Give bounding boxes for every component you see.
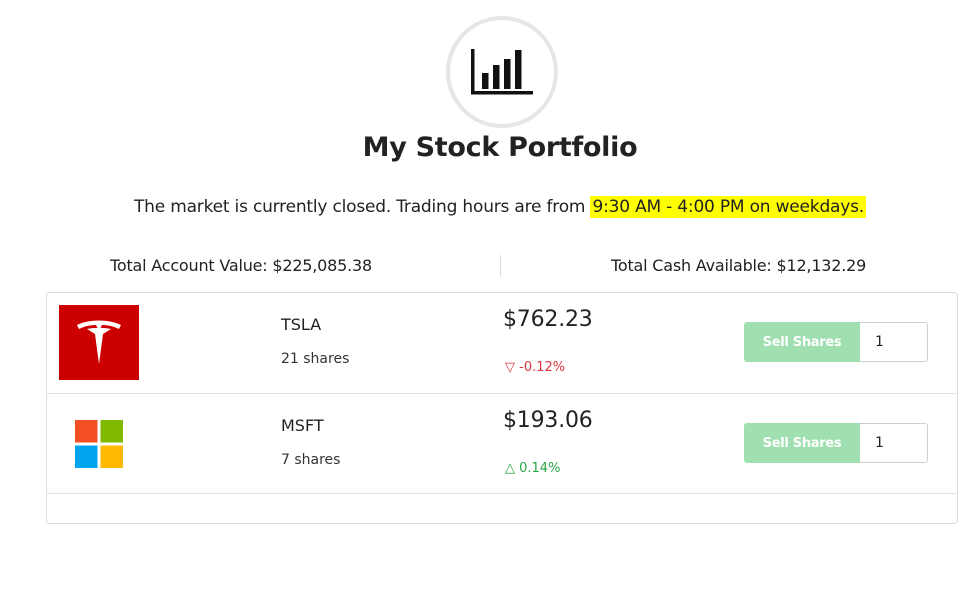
price-change: △ 0.14%: [505, 461, 561, 476]
total-cash-available: Total Cash Available: $12,132.29: [611, 256, 867, 275]
quantity-input[interactable]: [860, 423, 928, 463]
share-count: 7 shares: [281, 452, 341, 468]
market-status: The market is currently closed. Trading …: [0, 196, 969, 218]
stock-price: $193.06: [503, 408, 593, 433]
microsoft-logo-icon: [59, 406, 139, 481]
tesla-logo-icon: [59, 305, 139, 380]
quantity-input[interactable]: [860, 322, 928, 362]
bar-chart-icon: [471, 49, 533, 95]
stock-price: $762.23: [503, 307, 593, 332]
trading-hours-highlight: 9:30 AM - 4:00 PM on weekdays.: [590, 196, 866, 218]
ticker-symbol: MSFT: [281, 416, 324, 435]
price-change: ▽ -0.12%: [505, 360, 566, 375]
page-title: My Stock Portfolio: [362, 132, 638, 163]
sell-shares-button[interactable]: Sell Shares: [744, 322, 860, 362]
market-status-text: The market is currently closed. Trading …: [134, 197, 591, 217]
totals-divider: [500, 255, 501, 277]
share-count: 21 shares: [281, 351, 350, 367]
holdings-list: TSLA 21 shares $762.23 ▽ -0.12% Sell Sha…: [46, 292, 958, 524]
ticker-symbol: TSLA: [281, 315, 322, 334]
holding-row-partial: [47, 493, 957, 594]
total-account-value: Total Account Value: $225,085.38: [110, 256, 372, 275]
sell-shares-button[interactable]: Sell Shares: [744, 423, 860, 463]
holding-row-tsla: TSLA 21 shares $762.23 ▽ -0.12% Sell Sha…: [47, 293, 957, 393]
account-totals: Total Account Value: $225,085.38 Total C…: [0, 255, 969, 279]
holding-row-msft: MSFT 7 shares $193.06 △ 0.14% Sell Share…: [47, 393, 957, 494]
portfolio-logo: [446, 16, 558, 128]
